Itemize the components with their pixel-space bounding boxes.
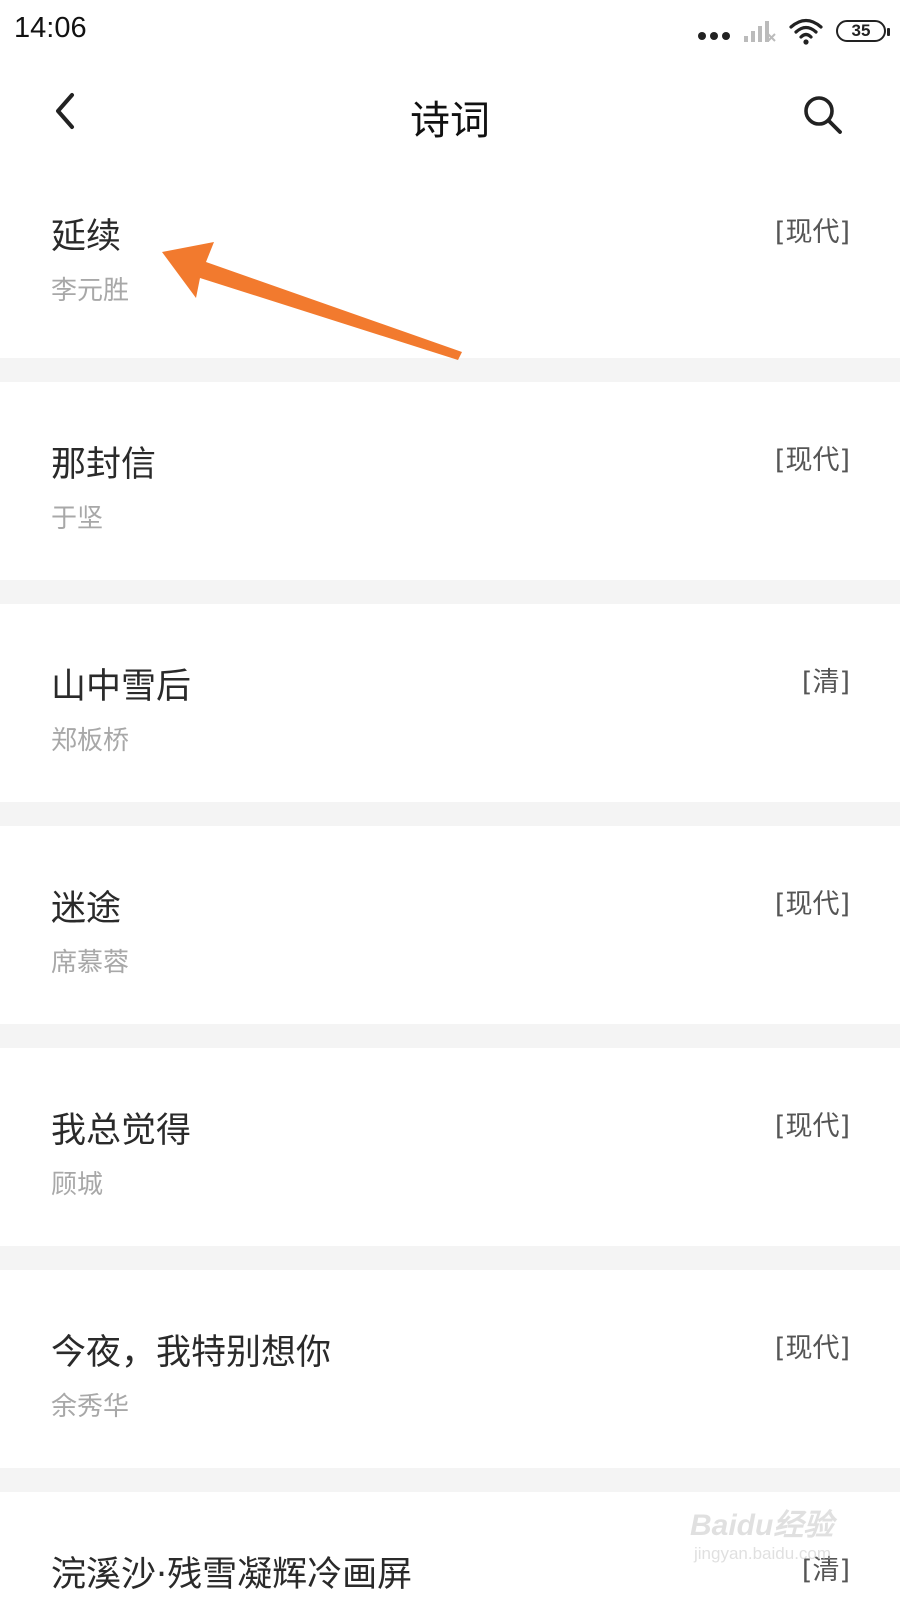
poem-title: 延续	[51, 217, 122, 257]
poem-list: 延续 李元胜 [现代] 那封信 于坚 [现代] 山中雪后 郑板桥 [清] 迷途 …	[0, 174, 900, 1600]
poem-author: 余秀华	[51, 1392, 130, 1422]
search-icon	[804, 96, 842, 134]
status-bar: 14:06 35	[0, 0, 900, 62]
poem-list-item[interactable]: 今夜，我特别想你 余秀华 [现代]	[0, 1270, 900, 1468]
poem-era: [现代]	[774, 1333, 850, 1364]
poem-author: 于坚	[51, 504, 104, 534]
poem-title: 迷途	[51, 889, 122, 929]
poem-era: [现代]	[774, 889, 850, 920]
battery-level: 35	[851, 21, 871, 40]
poem-title: 今夜，我特别想你	[51, 1333, 332, 1373]
signal-icon	[744, 21, 776, 42]
poem-title: 那封信	[51, 445, 157, 485]
header: 诗词	[0, 62, 900, 174]
poem-author: 郑板桥	[51, 726, 130, 756]
more-dots-icon	[698, 32, 730, 40]
poem-list-item[interactable]: 山中雪后 郑板桥 [清]	[0, 604, 900, 802]
poem-era: [现代]	[774, 217, 850, 248]
poem-author: 席慕蓉	[51, 948, 130, 978]
poem-era: [现代]	[774, 1111, 850, 1142]
poem-list-item[interactable]: 那封信 于坚 [现代]	[0, 382, 900, 580]
poem-title: 我总觉得	[51, 1111, 192, 1151]
wifi-icon	[789, 18, 823, 45]
poem-list-item[interactable]: 我总觉得 顾城 [现代]	[0, 1048, 900, 1246]
screen: 14:06 35 诗词 延续 李元胜 [现代] 那封信 于坚 [现代] 山中雪后…	[0, 0, 900, 1600]
poem-author: 顾城	[51, 1170, 104, 1200]
watermark-logo: Baidu经验	[690, 1509, 834, 1542]
status-icons: 35	[698, 14, 890, 48]
page-title: 诗词	[410, 98, 490, 144]
status-time: 14:06	[14, 12, 87, 44]
poem-author: 李元胜	[51, 276, 130, 306]
battery-icon: 35	[836, 20, 890, 42]
poem-list-item[interactable]: 延续 李元胜 [现代]	[0, 174, 900, 358]
poem-title: 山中雪后	[51, 667, 192, 707]
watermark-url: jingyan.baidu.com	[694, 1544, 832, 1563]
poem-title: 浣溪沙·残雪凝辉冷画屏	[51, 1555, 413, 1595]
search-button[interactable]	[798, 90, 848, 140]
poem-era: [现代]	[774, 445, 850, 476]
watermark: Baidu经验 jingyan.baidu.com	[690, 1500, 860, 1580]
poem-list-item[interactable]: 迷途 席慕蓉 [现代]	[0, 826, 900, 1024]
poem-era: [清]	[801, 667, 850, 698]
